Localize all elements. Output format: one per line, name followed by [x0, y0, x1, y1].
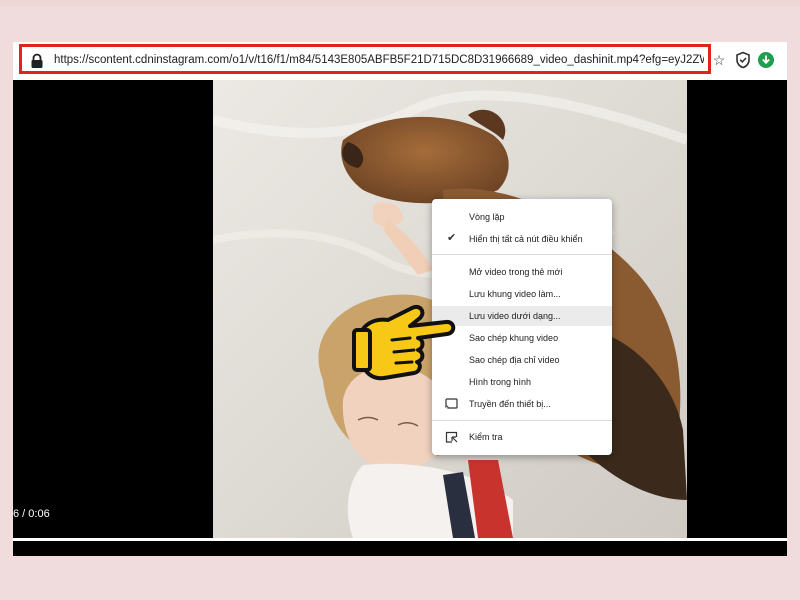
shield-icon[interactable] — [734, 51, 752, 69]
context-menu: Vòng lặp ✔ Hiển thị tất cả nút điều khiể… — [432, 199, 612, 455]
time-display: 6 / 0:06 — [13, 508, 50, 520]
menu-item-label: Truyền đến thiết bị... — [469, 399, 551, 409]
check-icon: ✔ — [447, 232, 457, 244]
url-text[interactable]: https://scontent.cdninstagram.com/o1/v/t… — [54, 54, 704, 66]
menu-item-label: Hình trong hình — [469, 377, 532, 387]
menu-item-copy-frame[interactable]: Sao chép khung video — [432, 328, 612, 348]
menu-item-save-frame[interactable]: Lưu khung video làm... — [432, 284, 612, 304]
star-icon[interactable]: ☆ — [710, 51, 728, 69]
background-stripe — [0, 0, 800, 6]
menu-item-open-video-new-tab[interactable]: Mở video trong thẻ mới — [432, 262, 612, 282]
browser-toolbar: https://scontent.cdninstagram.com/o1/v/t… — [13, 42, 787, 80]
address-bar[interactable]: https://scontent.cdninstagram.com/o1/v/t… — [19, 44, 711, 74]
menu-item-label: Lưu video dưới dạng... — [469, 311, 561, 321]
menu-divider — [432, 420, 612, 421]
menu-item-label: Mở video trong thẻ mới — [469, 267, 563, 277]
menu-item-label: Sao chép khung video — [469, 333, 559, 343]
lock-icon[interactable] — [30, 53, 44, 69]
menu-item-cast[interactable]: Truyền đến thiết bị... — [432, 394, 612, 414]
menu-item-inspect[interactable]: Kiểm tra — [432, 427, 612, 447]
menu-item-show-controls[interactable]: ✔ Hiển thị tất cả nút điều khiển — [432, 229, 612, 249]
menu-item-copy-video-address[interactable]: Sao chép địa chỉ video — [432, 350, 612, 370]
progress-bar[interactable] — [13, 538, 787, 541]
menu-item-label: Lưu khung video làm... — [469, 289, 561, 299]
menu-item-picture-in-picture[interactable]: Hình trong hình — [432, 372, 612, 392]
inspect-icon — [445, 431, 458, 443]
menu-item-label: Sao chép địa chỉ video — [469, 355, 560, 365]
menu-item-label: Kiểm tra — [469, 432, 503, 442]
menu-item-label: Hiển thị tất cả nút điều khiển — [469, 234, 583, 244]
player-bottom-bar — [13, 552, 787, 556]
browser-window: https://scontent.cdninstagram.com/o1/v/t… — [13, 42, 787, 556]
download-icon[interactable] — [757, 51, 775, 69]
menu-item-label: Vòng lặp — [469, 212, 505, 222]
cast-icon — [445, 398, 458, 409]
menu-item-save-video-as[interactable]: Lưu video dưới dạng... — [432, 306, 612, 326]
menu-item-loop[interactable]: Vòng lặp — [432, 207, 612, 227]
pointing-hand-icon — [352, 305, 456, 381]
menu-divider — [432, 254, 612, 255]
